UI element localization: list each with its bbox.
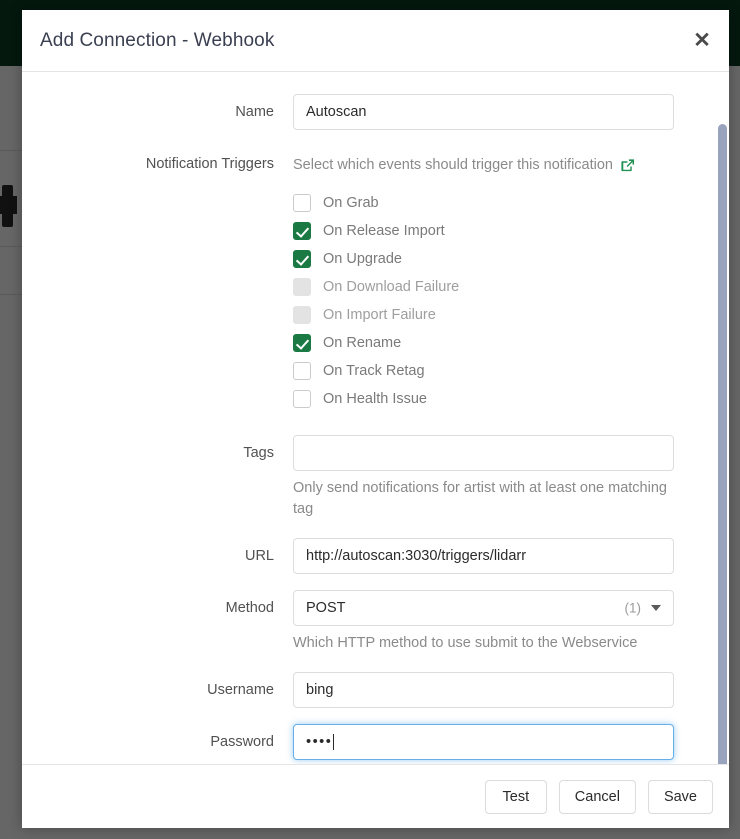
trigger-on-rename[interactable]: On Rename bbox=[293, 329, 691, 357]
connection-form: Name Notification Triggers Select which … bbox=[22, 94, 729, 760]
checkbox-on-rename[interactable] bbox=[293, 334, 311, 352]
notification-triggers-checklist: On Grab On Release Import On Upgrade bbox=[293, 189, 691, 413]
name-input[interactable] bbox=[293, 94, 674, 130]
trigger-label: On Rename bbox=[323, 334, 401, 352]
scrollbar-track[interactable] bbox=[716, 72, 728, 764]
trigger-on-upgrade[interactable]: On Upgrade bbox=[293, 245, 691, 273]
trigger-on-grab[interactable]: On Grab bbox=[293, 189, 691, 217]
username-label: Username bbox=[22, 672, 293, 699]
checkbox-on-upgrade[interactable] bbox=[293, 250, 311, 268]
checkbox-on-import-failure bbox=[293, 306, 311, 324]
chevron-down-icon[interactable] bbox=[651, 605, 661, 611]
username-input[interactable] bbox=[293, 672, 674, 708]
notification-triggers-label: Notification Triggers bbox=[22, 146, 293, 173]
url-input[interactable] bbox=[293, 538, 674, 574]
field-row-tags: Tags Only send notifications for artist … bbox=[22, 435, 691, 520]
modal-footer: Test Cancel Save bbox=[22, 764, 729, 828]
modal-header: Add Connection - Webhook ✕ bbox=[22, 10, 729, 72]
trigger-label: On Track Retag bbox=[323, 362, 425, 380]
modal-title: Add Connection - Webhook bbox=[40, 30, 274, 52]
trigger-on-download-failure: On Download Failure bbox=[293, 273, 691, 301]
trigger-on-health-issue[interactable]: On Health Issue bbox=[293, 385, 691, 413]
checkbox-on-health-issue[interactable] bbox=[293, 390, 311, 408]
test-button[interactable]: Test bbox=[485, 780, 547, 814]
cancel-button[interactable]: Cancel bbox=[559, 780, 636, 814]
trigger-on-import-failure: On Import Failure bbox=[293, 301, 691, 329]
password-masked-value: •••• bbox=[306, 734, 332, 750]
method-label: Method bbox=[22, 590, 293, 617]
password-label: Password bbox=[22, 724, 293, 751]
checkbox-on-release-import[interactable] bbox=[293, 222, 311, 240]
trigger-label: On Upgrade bbox=[323, 250, 402, 268]
trigger-label: On Grab bbox=[323, 194, 379, 212]
field-row-username: Username bbox=[22, 672, 691, 708]
field-row-name: Name bbox=[22, 94, 691, 130]
field-row-password: Password •••• bbox=[22, 724, 691, 760]
url-label: URL bbox=[22, 538, 293, 565]
trigger-label: On Download Failure bbox=[323, 278, 459, 296]
method-selected-value: POST bbox=[306, 600, 345, 616]
tags-label: Tags bbox=[22, 435, 293, 462]
trigger-label: On Release Import bbox=[323, 222, 445, 240]
checkbox-on-track-retag[interactable] bbox=[293, 362, 311, 380]
checkbox-on-download-failure bbox=[293, 278, 311, 296]
method-helper: Which HTTP method to use submit to the W… bbox=[293, 633, 674, 654]
external-link-icon[interactable] bbox=[620, 158, 635, 173]
notification-triggers-helper: Select which events should trigger this … bbox=[293, 146, 691, 176]
modal-body: Name Notification Triggers Select which … bbox=[22, 72, 729, 764]
method-count: (1) bbox=[625, 601, 642, 616]
notification-triggers-helper-text: Select which events should trigger this … bbox=[293, 155, 613, 176]
trigger-label: On Import Failure bbox=[323, 306, 436, 324]
method-select-wrap: POST (1) bbox=[293, 590, 674, 626]
trigger-label: On Health Issue bbox=[323, 390, 427, 408]
tags-helper: Only send notifications for artist with … bbox=[293, 478, 674, 520]
trigger-on-track-retag[interactable]: On Track Retag bbox=[293, 357, 691, 385]
method-select[interactable]: POST bbox=[293, 590, 674, 626]
field-row-url: URL bbox=[22, 538, 691, 574]
page-root: Add Connection - Webhook ✕ Name Notifica… bbox=[0, 0, 740, 839]
scrollbar-thumb[interactable] bbox=[718, 124, 727, 764]
save-button[interactable]: Save bbox=[648, 780, 713, 814]
close-icon[interactable]: ✕ bbox=[689, 28, 715, 54]
text-cursor bbox=[333, 734, 334, 750]
field-row-method: Method POST (1) Which HTTP method to use… bbox=[22, 590, 691, 654]
tags-input[interactable] bbox=[293, 435, 674, 471]
name-label: Name bbox=[22, 94, 293, 121]
password-input[interactable]: •••• bbox=[293, 724, 674, 760]
checkbox-on-grab[interactable] bbox=[293, 194, 311, 212]
trigger-on-release-import[interactable]: On Release Import bbox=[293, 217, 691, 245]
add-connection-modal: Add Connection - Webhook ✕ Name Notifica… bbox=[22, 10, 729, 828]
field-row-notification-triggers: Notification Triggers Select which event… bbox=[22, 146, 691, 413]
